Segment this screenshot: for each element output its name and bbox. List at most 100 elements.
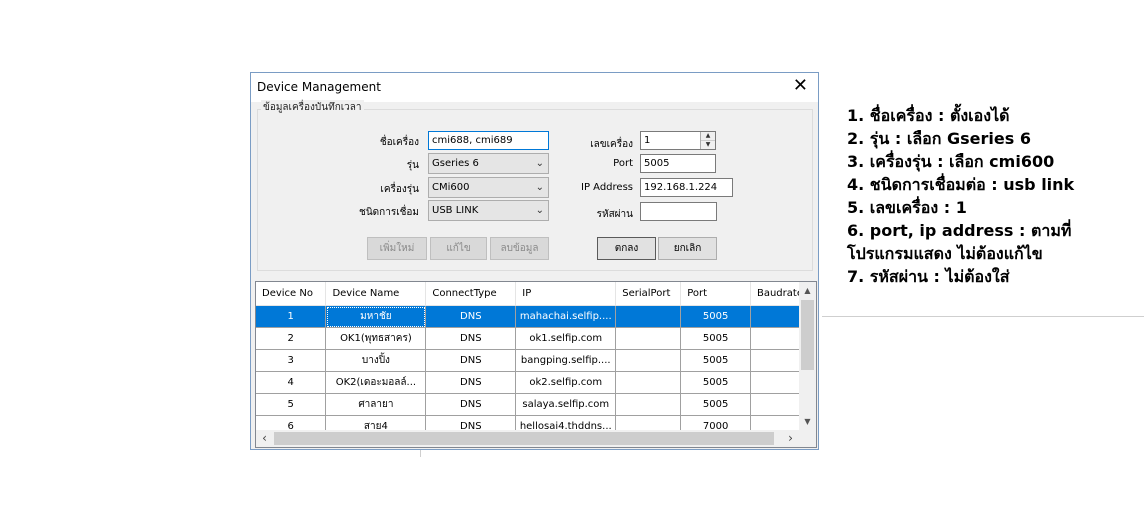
table-cell: mahachai.selfip.... bbox=[515, 305, 617, 328]
table-cell bbox=[615, 327, 682, 350]
note-line: 6. port, ip address : ตามที่ bbox=[847, 221, 1072, 240]
machine-model-label: เครื่องรุ่น bbox=[380, 184, 419, 195]
port-label: Port bbox=[613, 158, 633, 169]
table-cell: ok2.selfip.com bbox=[515, 371, 617, 394]
table-cell bbox=[615, 393, 682, 416]
port-input[interactable]: 5005 bbox=[640, 154, 716, 173]
table-cell: DNS bbox=[425, 349, 517, 372]
chevron-down-icon: ⌄ bbox=[535, 158, 544, 169]
table-cell: 5005 bbox=[680, 305, 751, 328]
spin-up-icon[interactable]: ▲ bbox=[701, 132, 715, 141]
table-cell bbox=[615, 305, 682, 328]
connection-type-select-value: USB LINK bbox=[432, 205, 479, 216]
note-line: โปรแกรมแสดง ไม่ต้องแก้ไข bbox=[847, 244, 1043, 263]
scroll-down-icon[interactable]: ▼ bbox=[799, 413, 816, 430]
add-button[interactable]: เพิ่มใหม่ bbox=[367, 237, 427, 260]
instruction-notes: 1. ชื่อเครื่อง : ตั้งเองได้ 2. รุ่น : เล… bbox=[847, 104, 1074, 288]
table-cell: 3 bbox=[256, 349, 327, 372]
table-cell: ศาลายา bbox=[325, 393, 427, 416]
table-cell: bangping.selfip.... bbox=[515, 349, 617, 372]
column-header[interactable]: ConnectType bbox=[425, 282, 517, 306]
device-name-input[interactable]: cmi688, cmi689 bbox=[428, 131, 549, 150]
column-header[interactable]: Device Name bbox=[325, 282, 427, 306]
table-cell: 2 bbox=[256, 327, 327, 350]
scrollbar-corner bbox=[799, 430, 816, 447]
horizontal-scrollbar[interactable]: ‹ › bbox=[256, 430, 799, 447]
cancel-button[interactable]: ยกเลิก bbox=[658, 237, 717, 260]
table-header-row: Device No Device Name ConnectType IP Ser… bbox=[256, 282, 816, 306]
delete-button[interactable]: ลบข้อมูล bbox=[490, 237, 549, 260]
note-line: 7. รหัสผ่าน : ไม่ต้องใส่ bbox=[847, 267, 1010, 286]
note-line: 5. เลขเครื่อง : 1 bbox=[847, 198, 967, 217]
table-cell: OK1(พุทธสาคร) bbox=[325, 327, 427, 350]
note-line: 4. ชนิดการเชื่อมต่อ : usb link bbox=[847, 175, 1075, 194]
model-label: รุ่น bbox=[406, 160, 419, 171]
scroll-up-icon[interactable]: ▲ bbox=[799, 282, 816, 299]
column-header[interactable]: IP bbox=[515, 282, 617, 306]
table-row[interactable]: 4 OK2(เดอะมอลล์... DNS ok2.selfip.com 50… bbox=[256, 371, 816, 394]
table-row[interactable]: 3 บางปิ้ง DNS bangping.selfip.... 5005 bbox=[256, 349, 816, 372]
column-header[interactable]: Device No bbox=[256, 282, 327, 306]
machine-no-value: 1 bbox=[644, 135, 651, 146]
connection-type-select[interactable]: USB LINK ⌄ bbox=[428, 200, 549, 221]
password-label: รหัสผ่าน bbox=[596, 209, 633, 220]
name-label: ชื่อเครื่อง bbox=[379, 137, 419, 148]
background-divider bbox=[822, 316, 1144, 317]
table-row[interactable]: 2 OK1(พุทธสาคร) DNS ok1.selfip.com 5005 bbox=[256, 327, 816, 350]
table-row[interactable]: 1 มหาชัย DNS mahachai.selfip.... 5005 bbox=[256, 305, 816, 328]
dialog-title: Device Management bbox=[257, 80, 381, 94]
table-cell: 5005 bbox=[680, 393, 751, 416]
note-line: 1. ชื่อเครื่อง : ตั้งเองได้ bbox=[847, 106, 1010, 125]
spin-buttons[interactable]: ▲ ▼ bbox=[700, 132, 715, 149]
machine-model-select[interactable]: CMi600 ⌄ bbox=[428, 177, 549, 198]
vertical-scroll-thumb[interactable] bbox=[801, 300, 814, 370]
table-cell: DNS bbox=[425, 393, 517, 416]
machine-no-label: เลขเครื่อง bbox=[590, 139, 633, 150]
edit-button[interactable]: แก้ไข bbox=[430, 237, 487, 260]
table-cell: DNS bbox=[425, 371, 517, 394]
machine-model-select-value: CMi600 bbox=[432, 182, 470, 193]
table-cell: OK2(เดอะมอลล์... bbox=[325, 371, 427, 394]
scroll-left-icon[interactable]: ‹ bbox=[256, 430, 273, 447]
device-table-grid: Device No Device Name ConnectType IP Ser… bbox=[256, 282, 816, 438]
device-management-dialog: Device Management ✕ ข้อมูลเครื่องบันทึกเ… bbox=[250, 72, 819, 450]
dialog-titlebar: Device Management ✕ bbox=[251, 73, 818, 102]
note-line: 2. รุ่น : เลือก Gseries 6 bbox=[847, 129, 1031, 148]
table-cell: ok1.selfip.com bbox=[515, 327, 617, 350]
password-input[interactable] bbox=[640, 202, 717, 221]
ip-address-input[interactable]: 192.168.1.224 bbox=[640, 178, 733, 197]
note-line: 3. เครื่องรุ่น : เลือก cmi600 bbox=[847, 152, 1055, 171]
horizontal-scroll-thumb[interactable] bbox=[274, 432, 774, 445]
vertical-scrollbar[interactable]: ▲ ▼ bbox=[799, 282, 816, 430]
background-divider bbox=[420, 450, 421, 457]
column-header[interactable]: SerialPort bbox=[615, 282, 682, 306]
model-select-value: Gseries 6 bbox=[432, 158, 479, 169]
table-cell: 4 bbox=[256, 371, 327, 394]
model-select[interactable]: Gseries 6 ⌄ bbox=[428, 153, 549, 174]
table-cell: 1 bbox=[256, 305, 327, 328]
ok-button[interactable]: ตกลง bbox=[597, 237, 656, 260]
table-cell: บางปิ้ง bbox=[325, 349, 427, 372]
table-cell: มหาชัย bbox=[325, 305, 427, 328]
chevron-down-icon: ⌄ bbox=[535, 182, 544, 193]
chevron-down-icon: ⌄ bbox=[535, 205, 544, 216]
column-header[interactable]: Port bbox=[680, 282, 751, 306]
table-cell: DNS bbox=[425, 305, 517, 328]
table-cell: DNS bbox=[425, 327, 517, 350]
connection-type-label: ชนิดการเชื่อม bbox=[359, 207, 419, 218]
ip-address-label: IP Address bbox=[581, 182, 633, 193]
table-cell: 5005 bbox=[680, 327, 751, 350]
close-icon[interactable]: ✕ bbox=[793, 76, 808, 96]
table-cell bbox=[615, 371, 682, 394]
table-row[interactable]: 5 ศาลายา DNS salaya.selfip.com 5005 bbox=[256, 393, 816, 416]
table-cell bbox=[615, 349, 682, 372]
group-label: ข้อมูลเครื่องบันทึกเวลา bbox=[261, 100, 364, 115]
scroll-right-icon[interactable]: › bbox=[782, 430, 799, 447]
machine-no-stepper[interactable]: 1 ▲ ▼ bbox=[640, 131, 716, 150]
table-cell: salaya.selfip.com bbox=[515, 393, 617, 416]
table-cell: 5 bbox=[256, 393, 327, 416]
table-cell: 5005 bbox=[680, 371, 751, 394]
table-cell: 5005 bbox=[680, 349, 751, 372]
spin-down-icon[interactable]: ▼ bbox=[701, 141, 715, 149]
device-table[interactable]: Device No Device Name ConnectType IP Ser… bbox=[255, 281, 817, 448]
